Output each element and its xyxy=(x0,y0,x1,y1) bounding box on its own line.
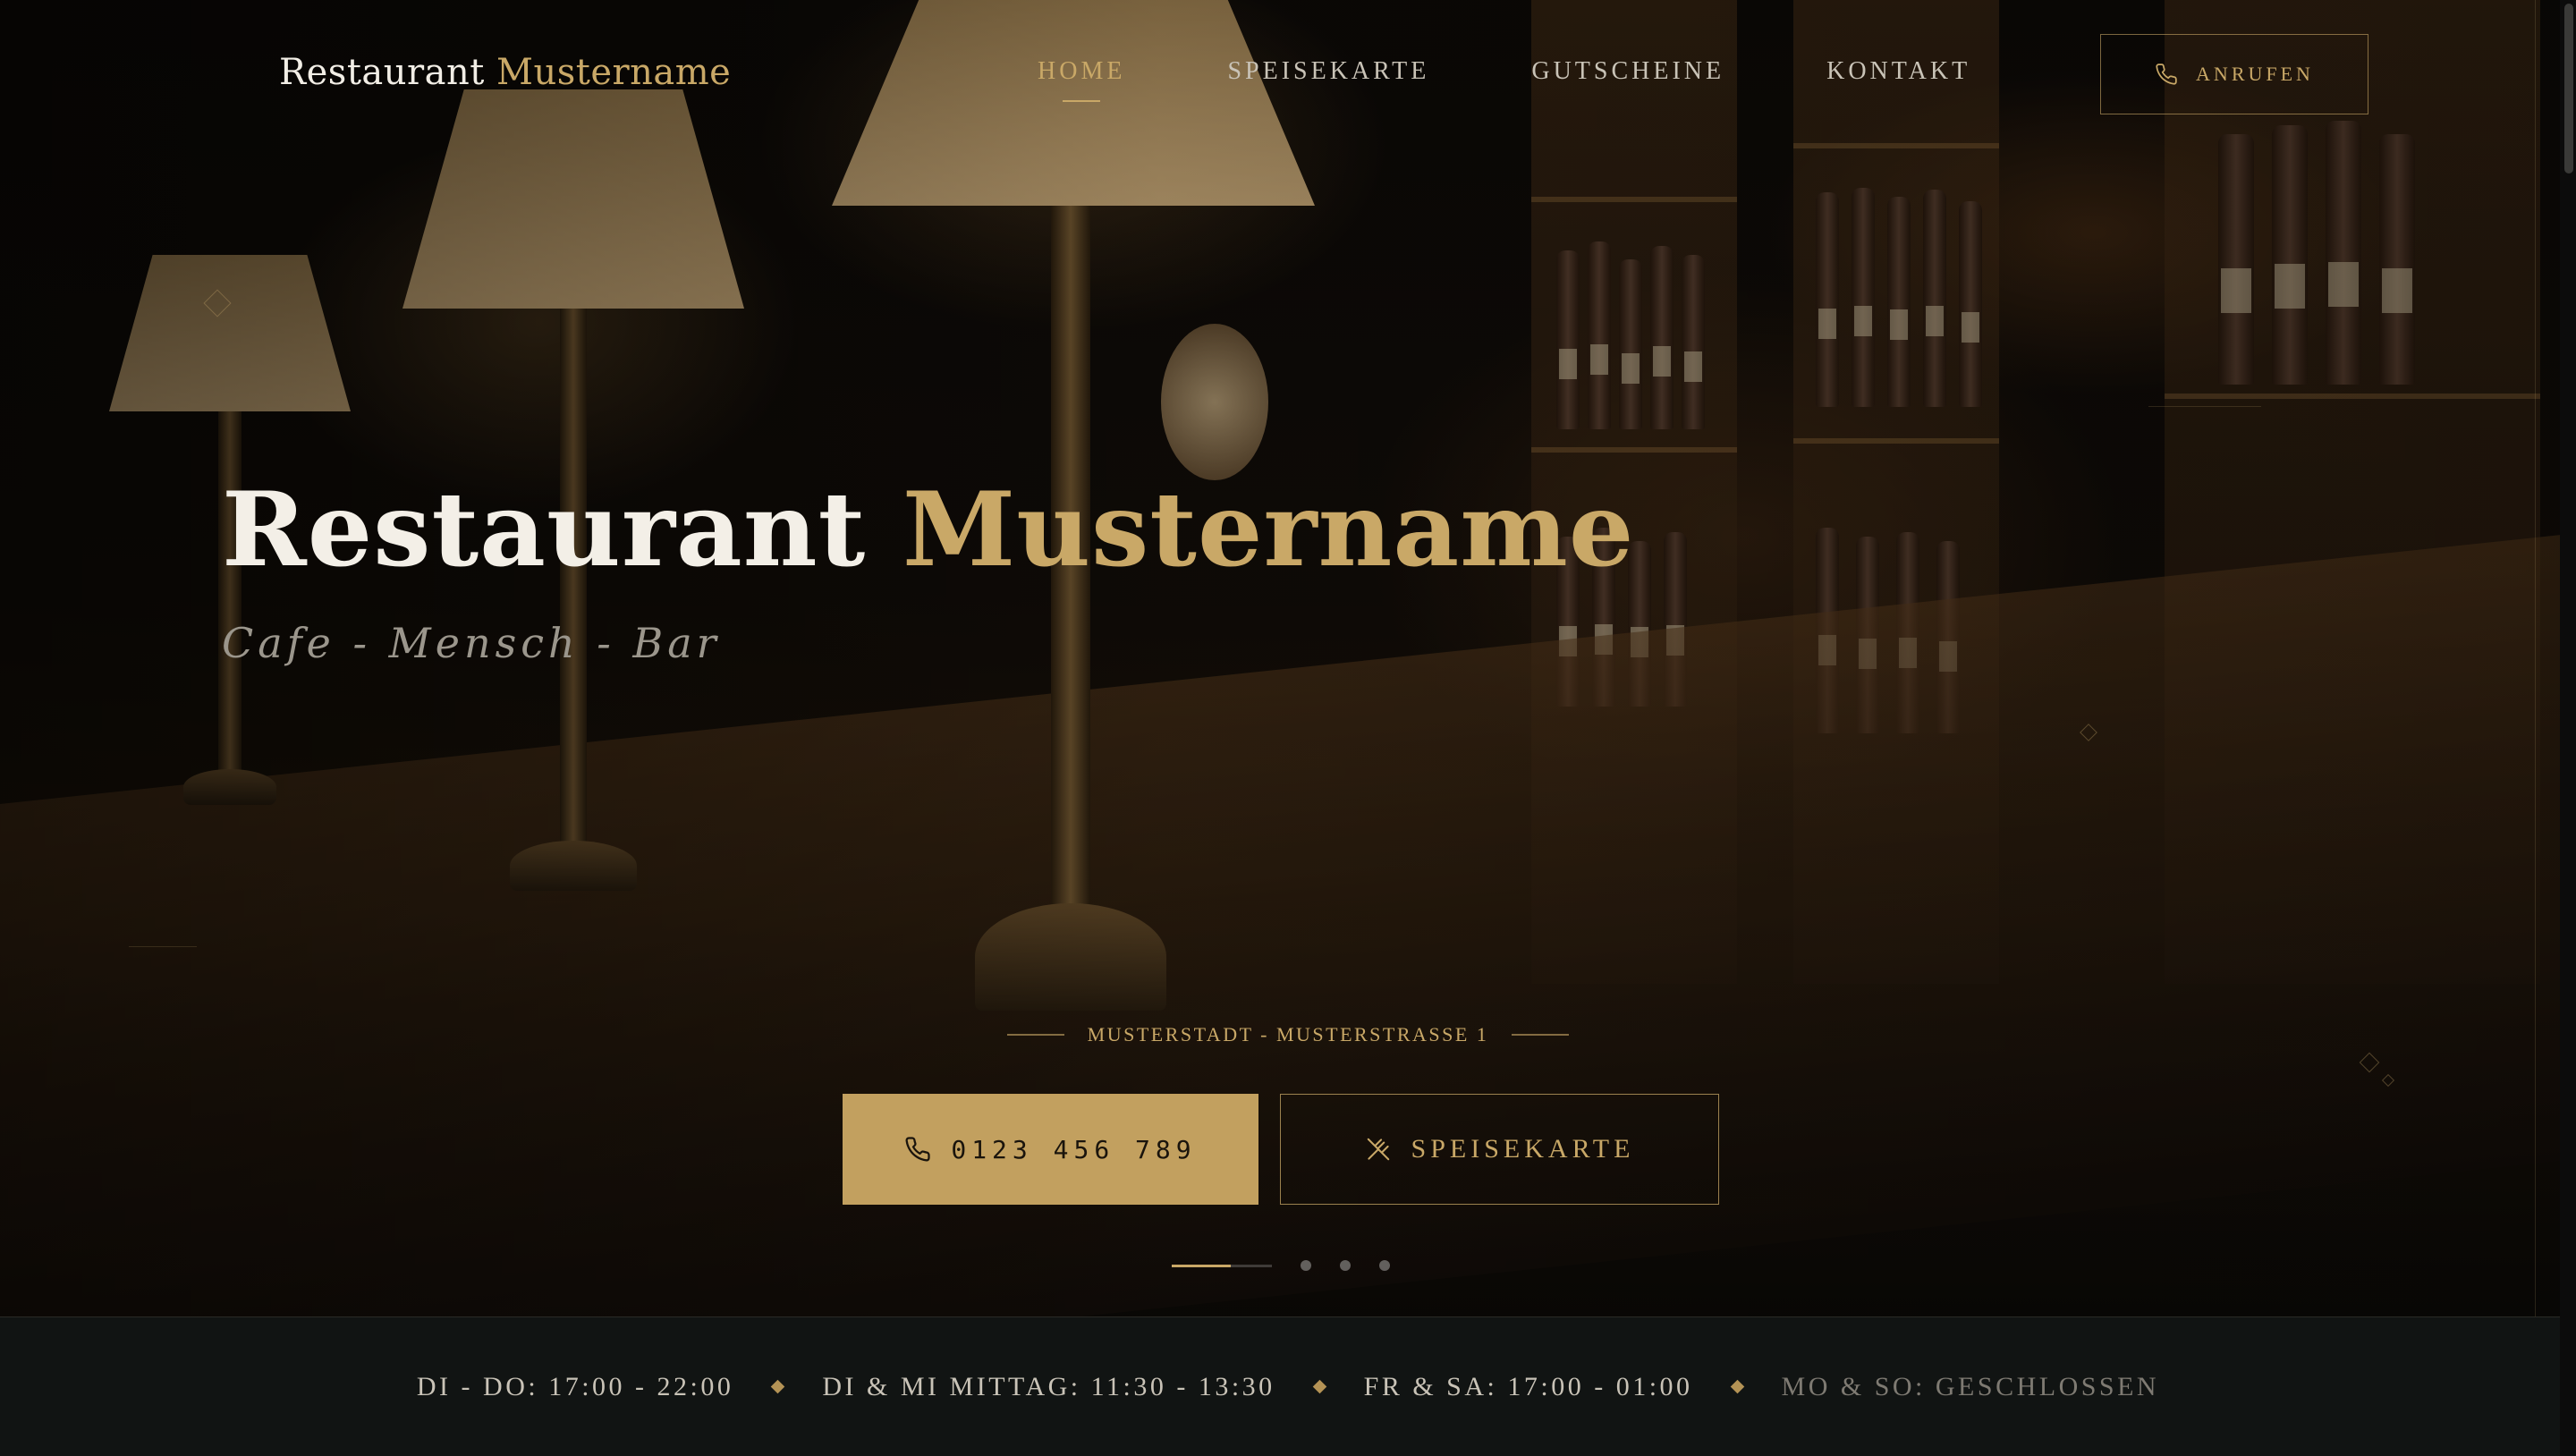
cutlery-icon xyxy=(1365,1136,1392,1163)
phone-icon xyxy=(2155,63,2178,86)
logo-text-accent: Mustername xyxy=(496,52,732,93)
slider-pagination xyxy=(1172,1260,1390,1271)
slide-indicator[interactable] xyxy=(1301,1260,1311,1271)
call-button[interactable]: ANRUFEN xyxy=(2100,34,2368,114)
diamond-separator-icon xyxy=(1730,1379,1744,1394)
slide-indicator-active[interactable] xyxy=(1172,1264,1272,1267)
divider xyxy=(1512,1034,1570,1036)
nav-item-kontakt[interactable]: KONTAKT xyxy=(1826,57,1970,86)
phone-cta-label: 0123 456 789 xyxy=(951,1134,1197,1164)
hours-item: DI - DO: 17:00 - 22:00 xyxy=(416,1371,734,1401)
slide-indicator[interactable] xyxy=(1379,1260,1390,1271)
address-text: MUSTERSTADT - MUSTERSTRASSE 1 xyxy=(1087,1023,1489,1045)
hours-item: DI & MI MITTAG: 11:30 - 13:30 xyxy=(822,1371,1275,1401)
nav-item-speisekarte[interactable]: SPEISEKARTE xyxy=(1227,57,1429,86)
call-button-label: ANRUFEN xyxy=(2196,63,2314,85)
menu-cta-button[interactable]: SPEISEKARTE xyxy=(1280,1094,1719,1205)
opening-hours-bar: DI - DO: 17:00 - 22:00 DI & MI MITTAG: 1… xyxy=(0,1316,2576,1456)
main-navigation: HOME SPEISEKARTE GUTSCHEINE KONTAKT xyxy=(1038,57,1970,102)
diamond-separator-icon xyxy=(1312,1379,1326,1394)
hours-item-closed: MO & SO: GESCHLOSSEN xyxy=(1781,1371,2160,1401)
slide-indicator[interactable] xyxy=(1340,1260,1351,1271)
menu-cta-label: SPEISEKARTE xyxy=(1411,1134,1635,1164)
hours-item: FR & SA: 17:00 - 01:00 xyxy=(1363,1371,1693,1401)
logo-text-main: Restaurant xyxy=(279,52,485,93)
address-line: MUSTERSTADT - MUSTERSTRASSE 1 xyxy=(0,1023,2576,1046)
scrollbar-thumb[interactable] xyxy=(2564,4,2573,174)
hero-title-main: Restaurant xyxy=(222,470,867,589)
hero-title-accent: Mustername xyxy=(902,470,1635,589)
page-scrollbar[interactable] xyxy=(2560,0,2576,1456)
phone-cta-button[interactable]: 0123 456 789 xyxy=(843,1094,1258,1205)
nav-item-gutscheine[interactable]: GUTSCHEINE xyxy=(1531,57,1724,86)
phone-icon xyxy=(904,1136,931,1163)
hero-title: Restaurant Mustername xyxy=(222,470,1634,589)
site-logo[interactable]: Restaurant Mustername xyxy=(279,52,731,93)
divider xyxy=(1006,1034,1064,1036)
nav-item-home[interactable]: HOME xyxy=(1038,57,1125,102)
diamond-separator-icon xyxy=(771,1379,785,1394)
hero-subtitle: Cafe - Mensch - Bar xyxy=(222,619,721,667)
